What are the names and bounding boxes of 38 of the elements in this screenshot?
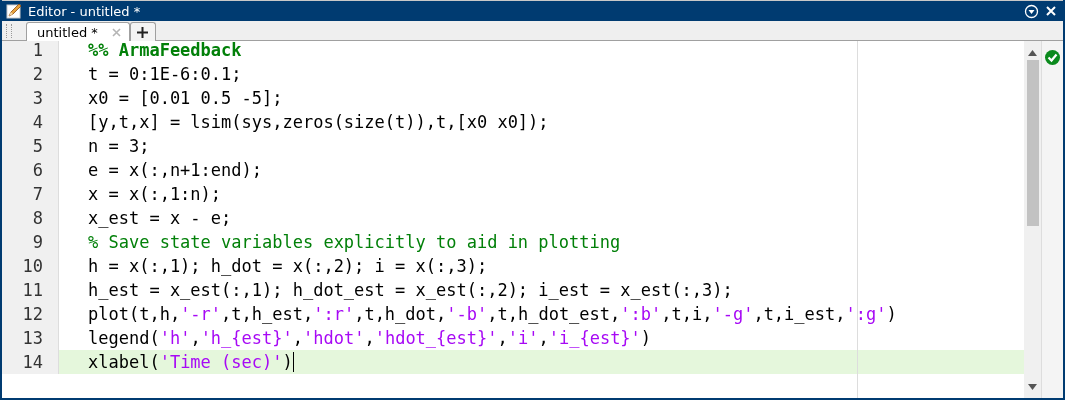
code-line: h = x(:,1); h_dot = x(:,2); i = x(:,3); [88,255,488,278]
code-line: h_est = x_est(:,1); h_dot_est = x_est(:,2); i_est = x_est(:,3); [88,279,733,302]
scroll-down-icon[interactable] [1028,384,1037,390]
code-line: x0 = [0.01 0.5 -5]; [88,87,283,110]
code-comment: %% ArmaFeedback [88,41,242,62]
dropdown-icon[interactable] [1024,3,1039,19]
line-number: 7 [2,182,59,206]
code-line: plot(t,h,'-r',t,h_est,':r',t,h_dot,'-b',t,h_dot_est,':b',t,i,'-g',t,i_est,':g') [88,303,897,326]
line-number: 12 [2,302,59,326]
code-line: t = 0:1E-6:0.1; [88,63,242,86]
line-number: 8 [2,206,59,230]
line-number: 1 [2,41,59,62]
line-number: 11 [2,278,59,302]
window-title: Editor - untitled * [28,3,142,19]
code-line: x = x(:,1:n); [88,183,222,206]
new-tab-button[interactable] [129,22,156,41]
code-line: xlabel('Time (sec)') [88,351,293,374]
line-number: 14 [2,350,59,374]
code-line: legend('h','h_{est}','hdot','hdot_{est}','i','i_{est}') [88,327,652,350]
line-number: 2 [2,62,59,86]
line-number: 10 [2,254,59,278]
scroll-up-icon[interactable] [1028,50,1037,56]
line-number: 9 [2,230,59,254]
line-number: 5 [2,134,59,158]
line-number: 6 [2,158,59,182]
code-line: n = 3; [88,135,150,158]
code-line: x_est = x - e; [88,207,232,230]
check-icon [1045,50,1060,65]
scrollbar-thumb[interactable] [1026,60,1039,226]
code-comment: % Save state variables explicitly to aid in plotting [88,231,621,254]
line-number: 3 [2,86,59,110]
code-line: [y,t,x] = lsim(sys,zeros(size(t)),t,[x0 x0]); [88,111,549,134]
plus-icon [137,26,149,38]
text-cursor [292,352,294,372]
editor-tab[interactable]: untitled * [26,22,130,41]
code-line: e = x(:,n+1:end); [88,159,262,182]
line-number: 4 [2,110,59,134]
line-number: 13 [2,326,59,350]
